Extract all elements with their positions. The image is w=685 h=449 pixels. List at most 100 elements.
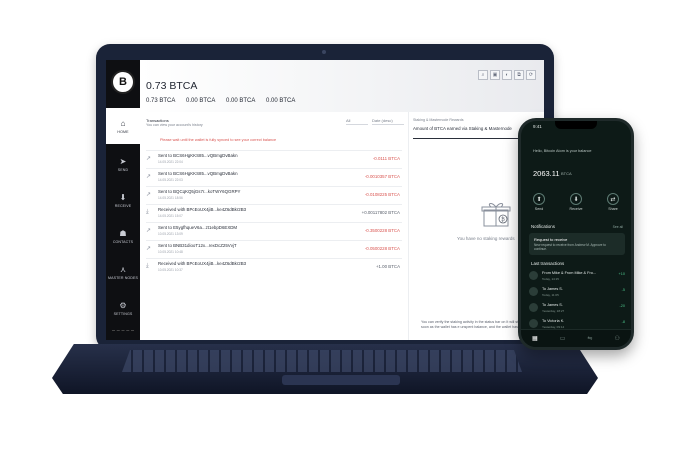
tx-description: Received with BPcEoUX4jiB...ke4Z6dBkr2B3 (158, 261, 247, 266)
tx-amount: -0.0010357 BTCA (364, 174, 400, 179)
sidebar: B ⌂ HOME ➤ SEND ⬇ RECEIVE ☗ CONTACTS ⋏ M… (106, 60, 140, 340)
notifications-heading: Notifications (531, 224, 555, 229)
list-item[interactable]: From Mike & From Mike & Fro... Today, 14… (529, 269, 625, 283)
lock-icon[interactable]: ▣ (490, 70, 500, 80)
swap-icon[interactable]: ⇋ (587, 335, 592, 342)
pending-balance: 0.00 BTCA (266, 98, 296, 104)
phone-device: 9:41 Hello, Bitcoin Atom is your balance… (518, 118, 634, 350)
phone-send-button[interactable]: ⬆ Send (533, 193, 545, 211)
laptop-lid: B ⌂ HOME ➤ SEND ⬇ RECEIVE ☗ CONTACTS ⋏ M… (96, 44, 554, 350)
phone-receive-button[interactable]: ⬇ Receive (569, 193, 583, 211)
laptop-camera (322, 50, 326, 54)
table-row[interactable]: ⤓ Received with BPcEoUX4jiB...ke4Z6dBkr2… (146, 258, 402, 274)
tx-description: Sent to E5ygfhqueV6a...zt1ebpD6EXDM (158, 225, 238, 230)
received-arrow-icon: ⤓ (146, 263, 149, 269)
sidebar-item-label: SEND (117, 167, 129, 172)
sent-arrow-icon: ↗ (146, 192, 152, 198)
tx-date: 14.05.2021 18:56 (158, 196, 183, 200)
action-label: Send (534, 207, 544, 211)
sidebar-item-send[interactable]: ➤ SEND (106, 146, 140, 182)
tx-name: To James S. (542, 303, 563, 307)
avatar (529, 319, 538, 328)
immature-balance: 0.00 BTCA (226, 98, 256, 104)
date-sort-dropdown[interactable]: Date (desc) (372, 118, 404, 125)
tx-time: Yesterday, 18:27 (542, 309, 565, 313)
tx-name: To Victoria K. (542, 319, 565, 323)
grid-icon[interactable]: ▦ (532, 335, 538, 342)
tx-date: 10.05.2021 10:48 (158, 250, 183, 254)
sidebar-item-masternodes[interactable]: ⋏ MASTER NODES (106, 254, 140, 290)
action-label: Receive (569, 207, 583, 211)
tx-amount: -8 (621, 320, 625, 324)
sidebar-item-label: MASTER NODES (108, 275, 138, 280)
send-icon: ➤ (119, 156, 127, 166)
sidebar-item-label: CONTACTS (112, 239, 134, 244)
phone-status-time: 9:41 (533, 124, 542, 129)
type-filter-dropdown[interactable]: All (346, 118, 368, 125)
tx-name: To James S. (542, 287, 563, 291)
home-icon: ⌂ (120, 118, 126, 128)
tx-time: Today, 11:05 (542, 293, 559, 297)
list-item[interactable]: To James S. Today, 11:05 -5 (529, 285, 625, 299)
sidebar-item-settings[interactable]: ⚙ SETTINGS (106, 290, 140, 326)
sync-icon[interactable]: ⟳ (526, 70, 536, 80)
app-logo: B (111, 70, 135, 94)
sent-arrow-icon: ↗ (146, 174, 152, 180)
phone-quick-actions: ⬆ Send ⬇ Receive ⇄ Share (533, 193, 619, 211)
tx-amount: -0.0111 BTCA (372, 156, 400, 161)
table-row[interactable]: ↗ Sent to BCS6HgKKS85...vQBmgDvBakn 14.0… (146, 168, 402, 184)
tx-date: 14.05.2021 15:07 (158, 214, 183, 218)
sidebar-item-contacts[interactable]: ☗ CONTACTS (106, 218, 140, 254)
notification-title: Request to receive (534, 237, 568, 242)
search-icon[interactable]: ⌕ (478, 70, 488, 80)
tx-description: Sent to BNB31diooT12x...rexDcZ25VvjT (158, 243, 237, 248)
table-row[interactable]: ↗ Sent to BQCqKQ5jGs7r...koTWY6QGRPY 14.… (146, 186, 402, 202)
sidebar-item-label: SETTINGS (113, 311, 133, 316)
tx-date: 14.05.2021 22:03 (158, 178, 183, 182)
table-row[interactable]: ↗ Sent to BNB31diooT12x...rexDcZ25VvjT 1… (146, 240, 402, 256)
tx-description: Received with BPcEoUX4jiB...ke4Z6dBkr2B3 (158, 207, 247, 212)
laptop-screen: B ⌂ HOME ➤ SEND ⬇ RECEIVE ☗ CONTACTS ⋏ M… (106, 60, 544, 340)
table-row[interactable]: ↗ Sent to BCS6HgKKS85...vQBmgDvBakn 14.0… (146, 150, 402, 166)
phone-balance: 2063.11 (533, 169, 560, 178)
phone-tab-bar: ▦ ▭ ⇋ ⚇ (521, 329, 631, 347)
contacts-icon: ☗ (119, 228, 127, 238)
tx-description: Sent to BCS6HgKKS85...vQBmgDvBakn (158, 171, 238, 176)
header-toolbar: ⌕ ▣ ◐ ⧉ ⟳ (478, 70, 536, 80)
tx-amount: -20 (619, 304, 626, 308)
masternode-icon: ⋏ (120, 264, 126, 274)
table-row[interactable]: ↗ Sent to E5ygfhqueV6a...zt1ebpD6EXDM 10… (146, 222, 402, 238)
see-all-link[interactable]: See all (613, 225, 623, 229)
staking-amount-label: Amount of BTCA earned via Staking & Mast… (413, 126, 512, 131)
phone-share-button[interactable]: ⇄ Share (606, 193, 619, 211)
sidebar-item-receive[interactable]: ⬇ RECEIVE (106, 182, 140, 218)
tx-amount: +0.00117802 BTCA (361, 210, 400, 215)
phone-balance-unit: BTCA (561, 171, 572, 176)
wallet-icon[interactable]: ▭ (560, 335, 566, 342)
table-row[interactable]: ⤓ Received with BPcEoUX4jiB...ke4Z6dBkr2… (146, 204, 402, 220)
sidebar-item-label: RECEIVE (114, 203, 132, 208)
laptop-trackpad (282, 375, 400, 385)
device-mockup-scene: B ⌂ HOME ➤ SEND ⬇ RECEIVE ☗ CONTACTS ⋏ M… (0, 0, 685, 449)
profile-icon[interactable]: ⚇ (615, 335, 620, 342)
staking-title: Staking & Masternode Rewards (413, 118, 464, 122)
notification-card[interactable]: Request to receive New request to receiv… (529, 233, 625, 255)
sidebar-item-home[interactable]: ⌂ HOME (106, 108, 140, 144)
sent-arrow-icon: ↗ (146, 156, 152, 162)
transactions-panel: Transactions You can view your account's… (140, 112, 408, 340)
locked-balance: 0.00 BTCA (186, 98, 216, 104)
tx-amount: -0.3500228 BTCA (364, 228, 400, 233)
tx-amount: +1.00 BTCA (375, 264, 400, 269)
list-item[interactable]: To James S. Yesterday, 18:27 -20 (529, 301, 625, 315)
tx-name: From Mike & From Mike & Fro... (542, 271, 597, 275)
tx-amount: +10 (618, 272, 625, 276)
theme-icon[interactable]: ◐ (502, 70, 512, 80)
sidebar-item-label: HOME (117, 129, 129, 134)
available-balance: 0.73 BTCA (146, 98, 176, 104)
action-label: Share (608, 207, 618, 211)
network-icon[interactable]: ⧉ (514, 70, 524, 80)
receive-icon: ⬇ (569, 193, 582, 205)
svg-text:₿: ₿ (501, 216, 505, 223)
transactions-subtitle: You can view your account's history (146, 123, 203, 127)
total-balance: 0.73 BTCA (146, 80, 198, 92)
